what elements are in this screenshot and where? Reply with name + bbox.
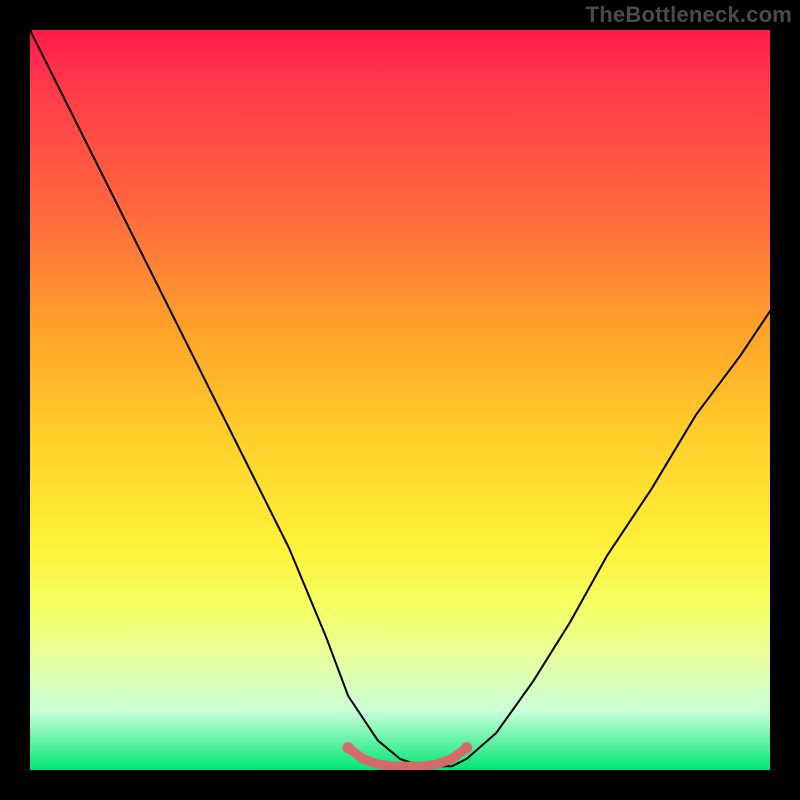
series-marker-endcap <box>343 742 354 753</box>
series-bottleneck-curve <box>30 30 770 766</box>
series-group <box>30 30 770 766</box>
series-marker-endcap <box>461 742 472 753</box>
chart-overlay-svg <box>30 30 770 770</box>
series-optimal-zone-marker <box>348 748 466 767</box>
watermark-text: TheBottleneck.com <box>586 2 792 28</box>
chart-root: TheBottleneck.com <box>0 0 800 800</box>
